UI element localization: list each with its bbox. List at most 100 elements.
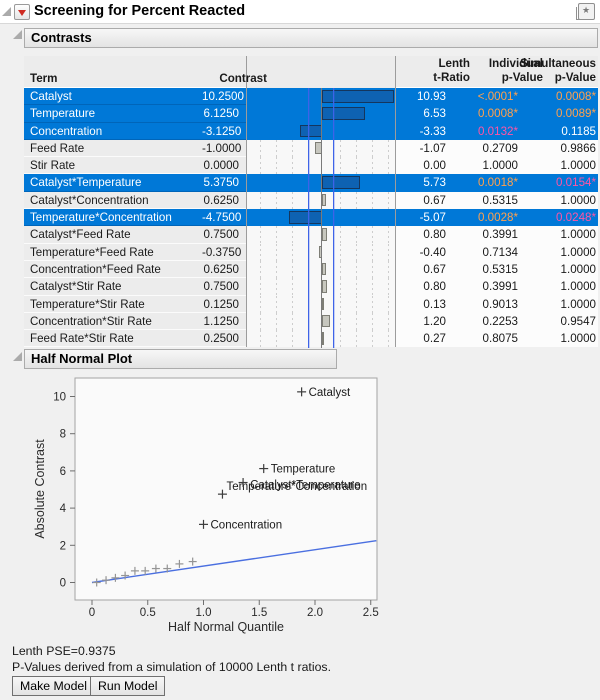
contrast-cell: -3.1250 [202,123,246,140]
report-expander-icon[interactable] [2,7,11,16]
individual-p-value-cell: 0.8075 [449,330,522,347]
half-normal-plot-section-header[interactable]: Half Normal Plot [24,349,337,369]
grid-line [356,261,357,278]
x-tick-label: 2.0 [307,607,323,619]
contrasts-section-header[interactable]: Contrasts [24,28,598,48]
grid-line [356,226,357,243]
contrast-bar [322,194,326,207]
grid-line [388,192,389,209]
table-row[interactable]: Concentration -3.1250 -3.33 0.0132* 0.11… [24,123,598,140]
term-cell: Concentration*Feed Rate [24,261,202,278]
contrast-bar [322,263,326,276]
grid-line [260,157,261,174]
contrast-cell: 1.1250 [202,313,246,330]
simultaneous-p-value-cell: 0.0089* [522,105,598,122]
grid-line [356,313,357,330]
contrast-cell: -4.7500 [202,209,246,226]
contrast-cell: 0.7500 [202,278,246,295]
contrast-bar [322,176,360,189]
table-row[interactable]: Catalyst*Concentration 0.6250 0.67 0.531… [24,192,598,209]
grid-line [388,296,389,313]
table-row[interactable]: Temperature*Feed Rate -0.3750 -0.40 0.71… [24,244,598,261]
contrast-bar [322,107,365,120]
individual-p-value-cell: 0.5315 [449,192,522,209]
term-cell: Catalyst*Temperature [24,174,202,191]
table-row[interactable]: Temperature*Stir Rate 0.1250 0.13 0.9013… [24,296,598,313]
contrast-bar [319,246,322,259]
grid-line [388,244,389,261]
grid-line [372,278,373,295]
table-row[interactable]: Concentration*Feed Rate 0.6250 0.67 0.53… [24,261,598,278]
grid-line [260,330,261,347]
grid-line [276,226,277,243]
y-tick-label: 10 [53,392,66,404]
x-axis-title: Half Normal Quantile [168,620,284,634]
grid-line [388,278,389,295]
y-tick-label: 2 [60,540,66,552]
grid-line [292,244,293,261]
table-row[interactable]: Stir Rate 0.0000 0.00 1.0000 1.0000 [24,157,598,174]
grid-line [340,140,341,157]
simultaneous-p-value-cell: 1.0000 [522,192,598,209]
column-header-simultaneous-p-value: Simultaneousp-Value [520,57,596,85]
labeled-effect-point: Concentration [199,519,282,531]
table-row[interactable]: Temperature*Concentration -4.7500 -5.07 … [24,209,598,226]
individual-p-value-cell: 1.0000 [449,157,522,174]
grid-line [276,140,277,157]
grid-line [340,296,341,313]
term-cell: Concentration*Stir Rate [24,313,202,330]
grid-line [260,313,261,330]
table-row[interactable]: Catalyst*Feed Rate 0.7500 0.80 0.3991 1.… [24,226,598,243]
term-cell: Stir Rate [24,157,202,174]
contrast-bar-cell [246,296,396,313]
contrast-cell: 0.0000 [202,157,246,174]
bookmark-window-icon[interactable] [578,3,595,20]
grid-line [292,140,293,157]
table-row[interactable]: Temperature 6.1250 6.53 0.0008* 0.0089* [24,105,598,122]
individual-p-value-cell: 0.9013 [449,296,522,313]
grid-line [260,226,261,243]
grid-line [260,296,261,313]
individual-p-value-cell: <.0001* [449,88,522,105]
term-cell: Catalyst*Stir Rate [24,278,202,295]
contrast-bar-cell [246,157,396,174]
grid-line [356,157,357,174]
red-triangle-menu-button[interactable] [14,4,30,20]
simultaneous-p-value-cell: 1.0000 [522,157,598,174]
simultaneous-p-value-cell: 0.9547 [522,313,598,330]
contrast-cell: 5.3750 [202,174,246,191]
contrast-bar-cell [246,244,396,261]
column-header-lenth-t-ratio: Lentht-Ratio [433,57,470,85]
t-ratio-cell: -5.07 [396,209,449,226]
contrast-cell: -1.0000 [202,140,246,157]
contrast-bar-cell [246,209,396,226]
table-row[interactable]: Feed Rate -1.0000 -1.07 0.2709 0.9866 [24,140,598,157]
grid-line [260,192,261,209]
t-ratio-cell: 10.93 [396,88,449,105]
x-tick-label: 2.5 [363,607,379,619]
term-cell: Feed Rate*Stir Rate [24,330,202,347]
grid-line [292,226,293,243]
grid-line [292,313,293,330]
make-model-button[interactable]: Make Model [12,676,95,696]
half-normal-plot-expander-icon[interactable] [13,352,22,361]
table-row[interactable]: Catalyst 10.2500 10.93 <.0001* 0.0008* [24,88,598,105]
y-tick-label: 4 [60,503,67,515]
grid-line [260,261,261,278]
run-model-button[interactable]: Run Model [90,676,165,696]
table-row[interactable]: Catalyst*Stir Rate 0.7500 0.80 0.3991 1.… [24,278,598,295]
simultaneous-p-value-cell: 1.0000 [522,261,598,278]
effect-point-label: Catalyst*Temperature [250,480,361,492]
contrasts-expander-icon[interactable] [13,30,22,39]
table-row[interactable]: Catalyst*Temperature 5.3750 5.73 0.0018*… [24,174,598,191]
bar-chart-column-header [246,56,396,88]
contrast-bar [300,125,322,138]
table-row[interactable]: Concentration*Stir Rate 1.1250 1.20 0.22… [24,313,598,330]
table-row[interactable]: Feed Rate*Stir Rate 0.2500 0.27 0.8075 1… [24,330,598,347]
grid-line [308,226,309,243]
simultaneous-p-value-cell: 1.0000 [522,244,598,261]
column-header-term: Term [30,72,58,85]
grid-line [340,313,341,330]
t-ratio-cell: 0.13 [396,296,449,313]
contrast-bar-cell [246,278,396,295]
